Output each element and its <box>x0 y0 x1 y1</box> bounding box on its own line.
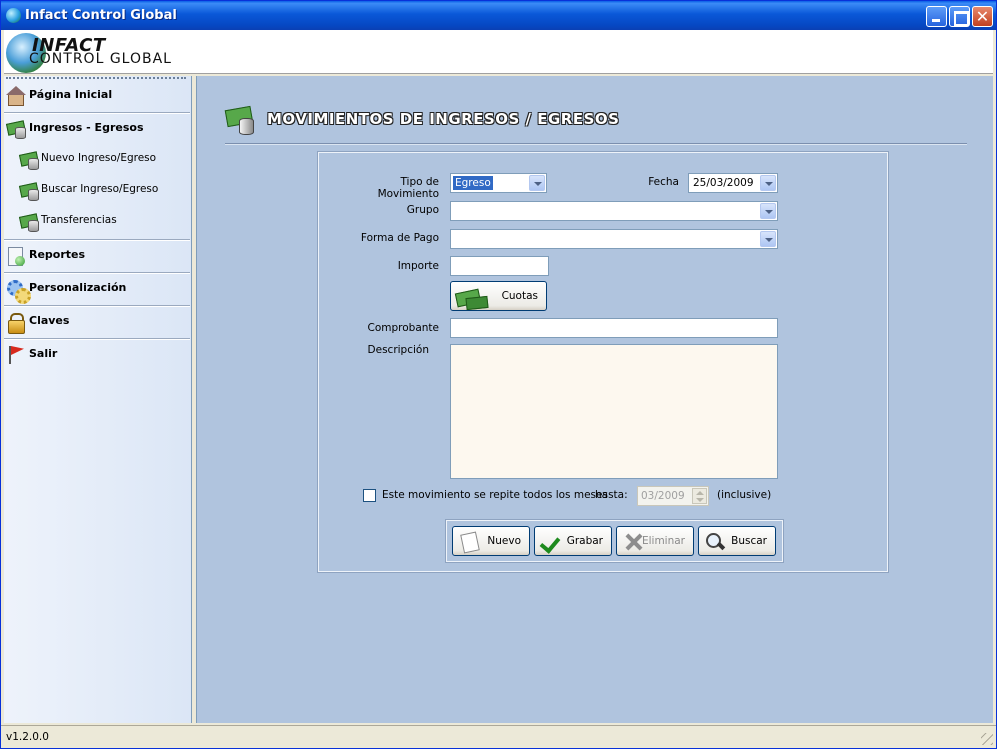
lock-icon <box>6 312 26 334</box>
forma-pago-select[interactable] <box>450 229 778 249</box>
title-divider <box>225 143 967 145</box>
cuotas-button-label: Cuotas <box>501 290 538 302</box>
tipo-movimiento-value: Egreso <box>453 176 493 190</box>
resize-grip-icon[interactable] <box>981 733 993 745</box>
maximize-button[interactable] <box>949 6 970 27</box>
cuotas-button[interactable]: Cuotas <box>450 281 547 311</box>
search-icon <box>704 532 728 552</box>
logo-text-control-global: CONTROL GLOBAL <box>29 51 172 67</box>
comprobante-input[interactable] <box>450 318 778 338</box>
nuevo-button[interactable]: Nuevo <box>452 526 530 556</box>
repeat-monthly-label: Este movimiento se repite todos los mese… <box>382 489 608 501</box>
grabar-button[interactable]: Grabar <box>534 526 612 556</box>
eliminar-button-label: Eliminar <box>641 535 685 547</box>
importe-label: Importe <box>397 260 439 272</box>
sidebar-item-label: Salir <box>29 347 58 360</box>
tipo-movimiento-select[interactable]: Egreso <box>450 173 547 193</box>
hasta-spinner[interactable]: 03/2009 <box>637 486 709 506</box>
money-icon <box>19 212 39 232</box>
forma-pago-label: Forma de Pago <box>360 232 439 244</box>
version-text: v1.2.0.0 <box>6 731 49 743</box>
sidebar-item-reportes[interactable]: Reportes <box>4 240 192 272</box>
money-icon <box>19 181 39 201</box>
sidebar-item-label: Ingresos - Egresos <box>29 121 144 134</box>
money-icon <box>6 119 26 139</box>
buscar-button-label: Buscar <box>731 535 767 547</box>
descripcion-textarea[interactable] <box>450 344 778 479</box>
sidebar-item-personalizacion[interactable]: Personalización <box>4 273 192 305</box>
money-icon <box>456 287 480 307</box>
chevron-down-icon[interactable] <box>760 175 776 191</box>
chevron-down-icon[interactable] <box>760 203 776 219</box>
close-icon: ✕ <box>975 7 990 26</box>
grupo-label: Grupo <box>406 204 439 216</box>
sidebar-dotted-divider <box>6 77 186 79</box>
window-title: Infact Control Global <box>25 8 177 23</box>
comprobante-label: Comprobante <box>367 322 440 334</box>
status-bar: v1.2.0.0 <box>1 725 996 748</box>
house-icon <box>6 86 26 106</box>
sidebar: Página Inicial Ingresos - Egresos Nuevo … <box>4 76 192 723</box>
money-icon <box>19 150 39 170</box>
nuevo-button-label: Nuevo <box>487 535 521 547</box>
sidebar-subitem-label: Transferencias <box>41 214 117 226</box>
sidebar-item-pagina-inicial[interactable]: Página Inicial <box>4 80 192 112</box>
header-banner: INFACT CONTROL GLOBAL <box>4 30 993 74</box>
spinner-arrows-icon[interactable] <box>692 488 707 504</box>
chevron-down-icon[interactable] <box>760 231 776 247</box>
grupo-value <box>453 204 457 218</box>
sidebar-item-label: Personalización <box>29 281 127 294</box>
tipo-movimiento-label: Tipo de Movimiento <box>377 176 439 200</box>
sidebar-item-label: Página Inicial <box>29 88 113 101</box>
inclusive-label: (inclusive) <box>717 489 772 501</box>
flag-icon <box>6 345 26 365</box>
fecha-label: Fecha <box>648 176 679 188</box>
sidebar-item-label: Claves <box>29 314 70 327</box>
gear-icon <box>6 279 31 304</box>
money-icon <box>225 105 257 135</box>
page-title: MOVIMIENTOS DE INGRESOS / EGRESOS <box>267 110 620 128</box>
close-button[interactable]: ✕ <box>972 6 993 27</box>
maximize-icon <box>950 7 969 26</box>
title-bar[interactable]: Infact Control Global ✕ <box>1 1 996 30</box>
eliminar-button[interactable]: Eliminar <box>616 526 694 556</box>
action-button-group: Nuevo Grabar Eliminar Buscar <box>445 519 784 563</box>
app-window: Infact Control Global ✕ INFACT CONTROL G… <box>0 0 997 749</box>
movement-form: Tipo de Movimiento Egreso Fecha 25/03/20… <box>317 151 889 573</box>
descripcion-label: Descripción <box>367 344 429 356</box>
sidebar-item-salir[interactable]: Salir <box>4 339 192 371</box>
sidebar-subitem-label: Nuevo Ingreso/Egreso <box>41 152 157 164</box>
forma-pago-value <box>453 232 457 246</box>
grupo-select[interactable] <box>450 201 778 221</box>
hasta-value: 03/2009 <box>641 490 685 502</box>
chevron-down-icon[interactable] <box>529 175 545 191</box>
sidebar-item-ingresos-egresos[interactable]: Ingresos - Egresos <box>4 113 192 145</box>
fecha-value: 25/03/2009 <box>693 177 754 189</box>
hasta-label: hasta: <box>595 489 628 501</box>
sidebar-subitem-buscar-ingreso-egreso[interactable]: Buscar Ingreso/Egreso <box>4 176 192 204</box>
minimize-icon <box>927 7 946 26</box>
sidebar-subitem-label: Buscar Ingreso/Egreso <box>41 183 159 195</box>
repeat-monthly-checkbox[interactable] <box>363 489 376 502</box>
grabar-button-label: Grabar <box>566 535 603 547</box>
main-content: MOVIMIENTOS DE INGRESOS / EGRESOS Tipo d… <box>196 76 993 723</box>
importe-input[interactable] <box>450 256 549 276</box>
sidebar-item-label: Reportes <box>29 248 86 261</box>
report-icon <box>6 246 26 266</box>
sidebar-item-claves[interactable]: Claves <box>4 306 192 338</box>
minimize-button[interactable] <box>926 6 947 27</box>
check-icon <box>540 532 564 552</box>
new-document-icon <box>458 532 482 552</box>
globe-icon <box>6 8 21 23</box>
buscar-button[interactable]: Buscar <box>698 526 776 556</box>
sidebar-subitem-transferencias[interactable]: Transferencias <box>4 207 192 235</box>
fecha-date-picker[interactable]: 25/03/2009 <box>688 173 778 193</box>
sidebar-subitem-nuevo-ingreso-egreso[interactable]: Nuevo Ingreso/Egreso <box>4 145 192 173</box>
